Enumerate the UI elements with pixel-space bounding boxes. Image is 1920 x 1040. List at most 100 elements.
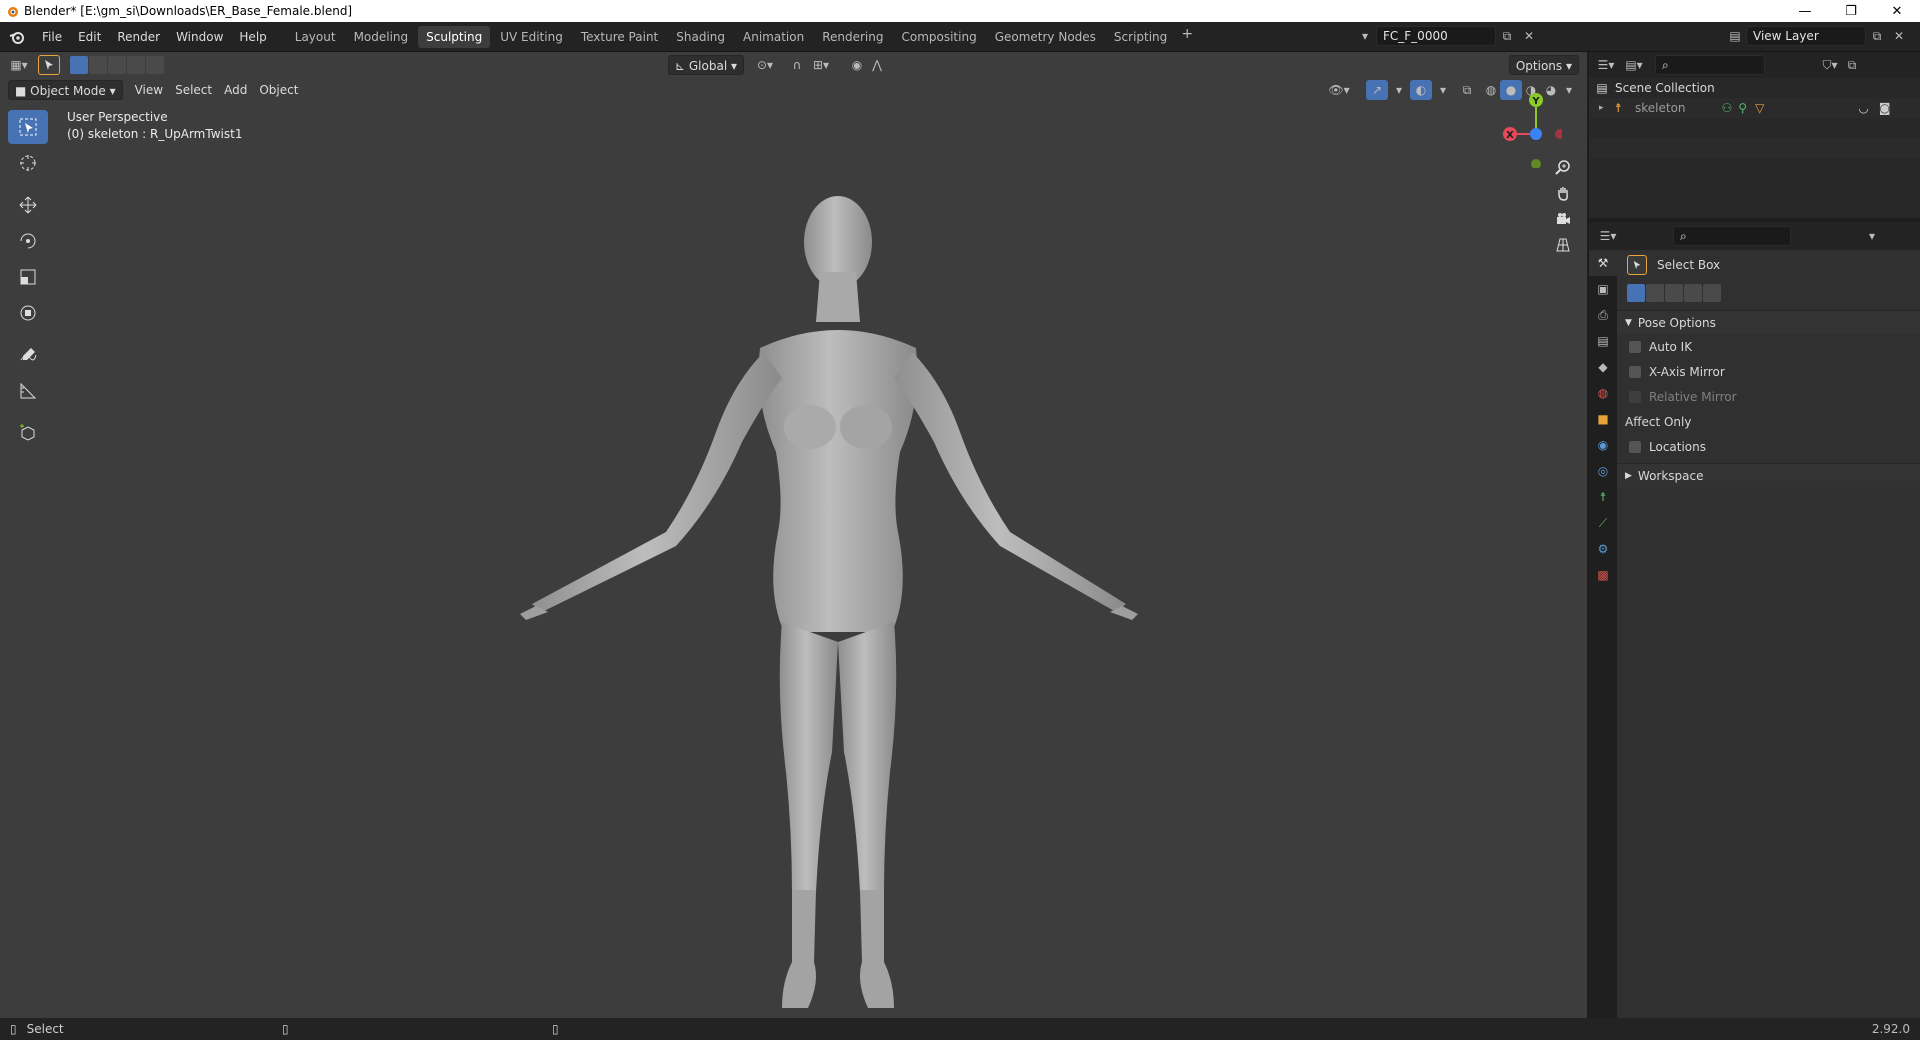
view-layer-icon[interactable]: ▤ <box>1724 26 1746 46</box>
mode-extend-icon[interactable] <box>89 56 107 74</box>
workspace-panel-header[interactable]: ▶ Workspace <box>1617 463 1920 487</box>
annotate-tool[interactable] <box>8 338 48 372</box>
outliner-editor-icon[interactable]: ☰▾ <box>1595 55 1617 75</box>
select-mode-buttons[interactable] <box>70 56 165 74</box>
falloff-icon[interactable]: ⋀ <box>866 55 888 75</box>
minimize-button[interactable]: — <box>1782 0 1828 22</box>
snap-target-icon[interactable]: ⊞▾ <box>810 55 832 75</box>
overlays-dropdown-icon[interactable]: ▾ <box>1432 80 1454 100</box>
xray-icon[interactable]: ⧉ <box>1456 80 1478 100</box>
gizmo-toggle-icon[interactable]: ↗ <box>1366 80 1388 100</box>
bone-constraints-tab-icon[interactable]: ⚙ <box>1589 536 1617 562</box>
expand-arrow-icon[interactable]: ▸ <box>1599 103 1615 113</box>
zoom-icon[interactable] <box>1552 156 1574 178</box>
menu-edit[interactable]: Edit <box>70 26 109 48</box>
properties-search-input[interactable]: ⌕ <box>1673 226 1791 246</box>
mode-invert-icon[interactable] <box>127 56 145 74</box>
add-cube-tool[interactable] <box>8 416 48 450</box>
pan-hand-icon[interactable] <box>1552 182 1574 204</box>
display-mode-icon[interactable]: ▤▾ <box>1623 55 1645 75</box>
ortho-grid-icon[interactable] <box>1552 234 1574 256</box>
tab-rendering[interactable]: Rendering <box>814 26 891 48</box>
tool-mode-intersect-icon[interactable] <box>1703 284 1721 302</box>
tool-mode-invert-icon[interactable] <box>1684 284 1702 302</box>
object-menu[interactable]: Object <box>253 80 304 100</box>
mode-dropdown[interactable]: ■ Object Mode ▾ <box>8 80 123 100</box>
tool-select-mode-buttons[interactable] <box>1627 284 1920 302</box>
relative-mirror-checkbox[interactable]: Relative Mirror <box>1617 384 1920 409</box>
menu-render[interactable]: Render <box>109 26 168 48</box>
camera-view-icon[interactable] <box>1552 208 1574 230</box>
mode-subtract-icon[interactable] <box>108 56 126 74</box>
delete-scene-icon[interactable]: ✕ <box>1518 26 1540 46</box>
properties-editor-icon[interactable]: ☰▾ <box>1597 226 1619 246</box>
select-box-tool-icon[interactable] <box>1627 255 1647 275</box>
tool-properties-tab-icon[interactable]: ⚒ <box>1589 250 1617 276</box>
add-menu[interactable]: Add <box>218 80 253 100</box>
tab-uv-editing[interactable]: UV Editing <box>492 26 571 48</box>
transform-tool[interactable] <box>8 296 48 330</box>
render-camera-icon[interactable]: ◙ <box>1879 101 1891 115</box>
tab-compositing[interactable]: Compositing <box>893 26 984 48</box>
gizmo-dropdown-icon[interactable]: ▾ <box>1388 80 1410 100</box>
object-tab-icon[interactable]: ■ <box>1589 406 1617 432</box>
tab-sculpting[interactable]: Sculpting <box>418 25 491 48</box>
tab-texture-paint[interactable]: Texture Paint <box>573 26 666 48</box>
tool-mode-new-icon[interactable] <box>1627 284 1645 302</box>
restore-button[interactable]: ❐ <box>1828 0 1874 22</box>
menu-window[interactable]: Window <box>168 26 231 48</box>
x-axis-mirror-checkbox[interactable]: X-Axis Mirror <box>1617 359 1920 384</box>
scene-icon[interactable]: ▾ <box>1354 26 1376 46</box>
outliner-item-skeleton[interactable]: ▸ ☨ skeleton ⚇ ⚲ ▽ ◡ ◙ <box>1589 98 1920 118</box>
armature-data-tab-icon[interactable]: ☨ <box>1589 484 1617 510</box>
close-button[interactable]: ✕ <box>1874 0 1920 22</box>
move-tool[interactable] <box>8 188 48 222</box>
measure-tool[interactable] <box>8 374 48 408</box>
properties-options-icon[interactable]: ▾ <box>1861 226 1883 246</box>
auto-ik-checkbox[interactable]: Auto IK <box>1617 334 1920 359</box>
snap-icon[interactable]: ∩ <box>786 55 808 75</box>
modifiers-tab-icon[interactable]: ◉ <box>1589 432 1617 458</box>
navigation-gizmo[interactable]: Y X <box>1482 88 1562 168</box>
editor-type-icon[interactable]: ▦▾ <box>8 55 30 75</box>
pose-options-panel-header[interactable]: ▼ Pose Options <box>1617 310 1920 334</box>
blender-logo-icon[interactable] <box>0 22 34 52</box>
tab-geometry-nodes[interactable]: Geometry Nodes <box>987 26 1104 48</box>
mode-intersect-icon[interactable] <box>146 56 164 74</box>
tool-mode-subtract-icon[interactable] <box>1665 284 1683 302</box>
female-base-mesh[interactable] <box>520 172 1140 1018</box>
tab-modeling[interactable]: Modeling <box>346 26 417 48</box>
locations-checkbox[interactable]: Locations <box>1617 434 1920 459</box>
scene-tab-icon[interactable]: ◆ <box>1589 354 1617 380</box>
output-tab-icon[interactable]: ⎙ <box>1589 302 1617 328</box>
render-tab-icon[interactable]: ▣ <box>1589 276 1617 302</box>
view-layer-field[interactable]: View Layer <box>1746 26 1866 46</box>
active-tool-icon[interactable] <box>38 55 60 75</box>
options-dropdown[interactable]: Options ▾ <box>1508 55 1579 75</box>
scale-tool[interactable] <box>8 260 48 294</box>
proportional-edit-icon[interactable]: ◉ <box>846 55 868 75</box>
pivot-point-icon[interactable]: ⊙▾ <box>754 55 776 75</box>
transform-orientation-dropdown[interactable]: ⊾ Global ▾ <box>668 55 744 75</box>
view-menu[interactable]: View <box>129 80 169 100</box>
tab-animation[interactable]: Animation <box>735 26 812 48</box>
3d-viewport[interactable]: ▦▾ ⊾ Global ▾ ⊙▾ ∩ ⊞▾ ◉ ⋀ Options ▾ ■ Ob… <box>0 52 1587 1018</box>
menu-file[interactable]: File <box>34 26 70 48</box>
bone-tab-icon[interactable]: ⟋ <box>1589 510 1617 536</box>
delete-view-layer-icon[interactable]: ✕ <box>1888 26 1910 46</box>
mode-new-icon[interactable] <box>70 56 88 74</box>
select-menu[interactable]: Select <box>169 80 218 100</box>
tab-shading[interactable]: Shading <box>668 26 733 48</box>
cursor-tool[interactable] <box>8 146 48 180</box>
physics-tab-icon[interactable]: ◎ <box>1589 458 1617 484</box>
outliner-search-input[interactable]: ⌕ <box>1655 55 1765 75</box>
visibility-icon[interactable]: 👁▾ <box>1328 80 1350 100</box>
world-tab-icon[interactable]: ◍ <box>1589 380 1617 406</box>
new-scene-icon[interactable]: ⧉ <box>1496 26 1518 46</box>
rotate-tool[interactable] <box>8 224 48 258</box>
menu-help[interactable]: Help <box>231 26 274 48</box>
overlays-icon[interactable]: ◐ <box>1410 80 1432 100</box>
new-collection-icon[interactable]: ⧉ <box>1841 55 1863 75</box>
tab-layout[interactable]: Layout <box>287 26 344 48</box>
new-view-layer-icon[interactable]: ⧉ <box>1866 26 1888 46</box>
